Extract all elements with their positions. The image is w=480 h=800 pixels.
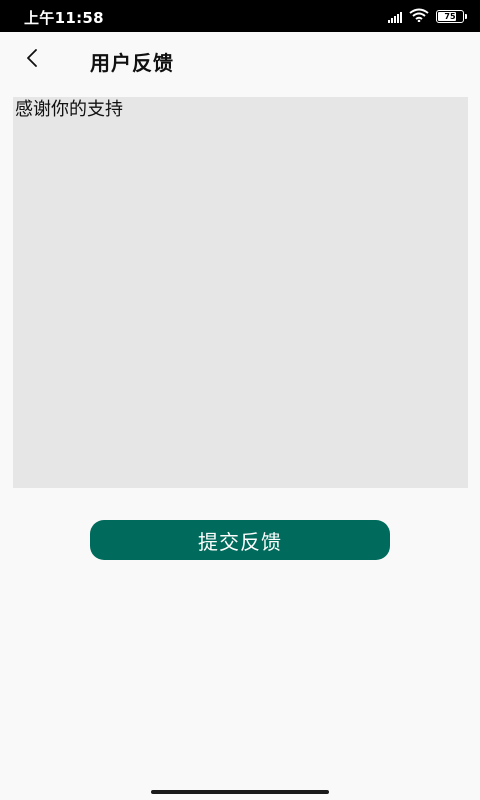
- signal-icon: [388, 11, 402, 23]
- status-time: 上午11:58: [24, 9, 104, 27]
- wifi-icon: [409, 7, 429, 26]
- feedback-input[interactable]: 感谢你的支持: [13, 97, 468, 488]
- page-title: 用户反馈: [90, 51, 174, 75]
- battery-icon: 75: [436, 10, 467, 23]
- home-indicator: [151, 790, 329, 794]
- status-icons: 75: [388, 7, 467, 26]
- back-button[interactable]: [14, 42, 50, 78]
- chevron-left-icon: [26, 49, 38, 71]
- app-bar: 用户反馈: [0, 32, 480, 88]
- submit-feedback-button[interactable]: 提交反馈: [90, 520, 390, 560]
- status-bar: 上午11:58 75: [0, 0, 480, 32]
- battery-level: 75: [444, 11, 456, 21]
